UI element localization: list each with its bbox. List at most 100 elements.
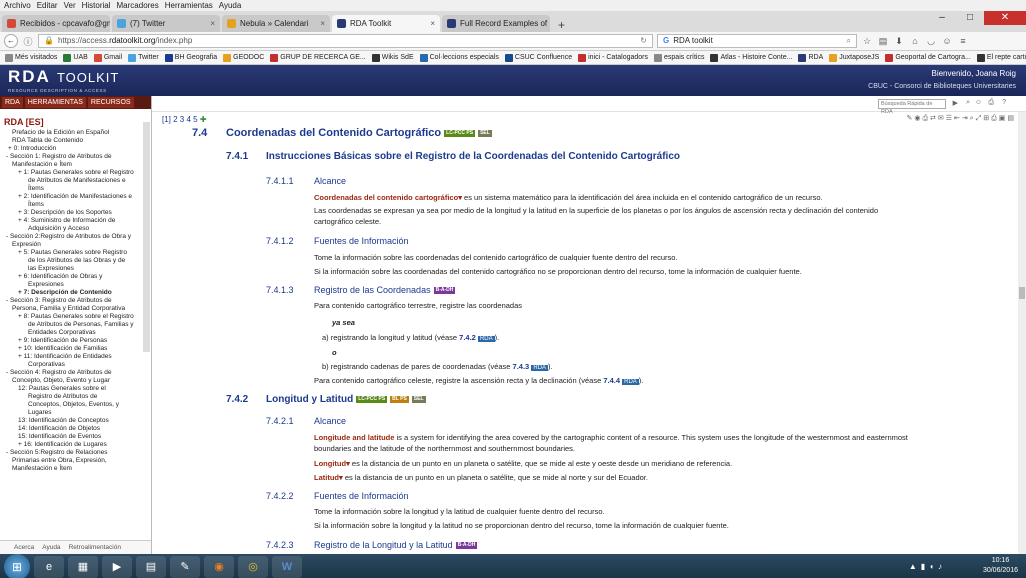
menu-icon[interactable]: ≡: [957, 36, 969, 46]
system-tray[interactable]: ▲▮◖♪: [909, 562, 946, 571]
new-tab-icon[interactable]: +: [552, 18, 571, 32]
toc-item[interactable]: Expresión: [0, 241, 151, 249]
toc-item[interactable]: + 0: Introducción: [0, 145, 151, 153]
go-icon[interactable]: ▶: [953, 99, 958, 107]
document-tools[interactable]: ✎◉⎙⇄✉☰⇤⇥⌕⤢⊞⎙▣▤: [906, 114, 1016, 123]
toc-item[interactable]: + 2: Identificación de Manifestaciones e: [0, 193, 151, 201]
bookmark-item[interactable]: UAB: [63, 53, 88, 62]
bookmark-item[interactable]: CSUC Confluence: [504, 53, 572, 62]
toc-item[interactable]: Prefacio de la Edición en Español: [0, 129, 151, 137]
definition-term[interactable]: Longitud▾: [314, 459, 350, 468]
help-icon[interactable]: ?: [1002, 99, 1006, 106]
bookmark-item[interactable]: Col·leccions especials: [419, 53, 499, 62]
toc-item[interactable]: - Sección 2:Registro de Atributos de Obr…: [0, 233, 151, 241]
toc-item[interactable]: Registro de Atributos de: [0, 393, 151, 401]
menu-editar[interactable]: Editar: [37, 0, 58, 11]
chat-icon[interactable]: ☺: [941, 36, 953, 46]
maximize-icon[interactable]: □: [956, 11, 984, 25]
tab-full-record[interactable]: Full Record Examples of RD...×: [442, 15, 550, 32]
toc-item[interactable]: de los Atributos de las Obras y de: [0, 257, 151, 265]
bookmark-item[interactable]: El repte cartogràfic del...: [976, 53, 1026, 62]
toc-item[interactable]: 14: Identificación de Objetos: [0, 425, 151, 433]
word-icon[interactable]: W: [272, 556, 302, 578]
documents-icon[interactable]: ▤: [136, 556, 166, 578]
print-icon[interactable]: ⎙: [988, 99, 994, 107]
toc-item[interactable]: Ítems: [0, 201, 151, 209]
toc-item[interactable]: + 3: Descripción de los Soportes: [0, 209, 151, 217]
toc-item[interactable]: Adquisición y Acceso: [0, 225, 151, 233]
reading-list-icon[interactable]: ▤: [877, 36, 889, 47]
tab-gmail[interactable]: Recibidos - cpcavafo@gm...×: [2, 15, 110, 32]
menu-ver[interactable]: Ver: [64, 0, 76, 11]
tab-rda-toolkit[interactable]: RDA Toolkit ×: [332, 15, 440, 32]
sidebar-title[interactable]: RDA [ES]: [0, 109, 151, 129]
definition-term[interactable]: Coordenadas del contenido cartográfico▾: [314, 193, 462, 202]
toc-item[interactable]: 13: Identificación de Conceptos: [0, 417, 151, 425]
feedback-link[interactable]: Retroalimentación: [69, 544, 121, 551]
tab-twitter[interactable]: (7) Twitter ×: [112, 15, 220, 32]
download-icon[interactable]: ⬇: [893, 36, 905, 47]
quick-search-input[interactable]: Búsqueda Rápida de RDA: [878, 99, 946, 115]
pocket-icon[interactable]: ◡: [925, 36, 937, 47]
tab-recursos[interactable]: RECURSOS: [87, 97, 134, 108]
info-icon[interactable]: ⓘ: [22, 35, 34, 48]
close-icon[interactable]: ×: [210, 19, 215, 28]
menu-ayuda[interactable]: Ayuda: [219, 0, 242, 11]
bookmark-item[interactable]: JuxtaposeJS: [829, 53, 879, 62]
clock[interactable]: 10:16 30/06/2016: [983, 556, 1018, 576]
toc-item[interactable]: Corporativas: [0, 361, 151, 369]
toc-item[interactable]: Entidades Corporativas: [0, 329, 151, 337]
toc-item[interactable]: Conceptos, Objetos, Eventos, y: [0, 401, 151, 409]
toc-item[interactable]: Manifestación e Ítem: [0, 465, 151, 473]
search-icon[interactable]: ⌕: [847, 35, 851, 47]
link-7-4-2[interactable]: 7.4.2: [459, 333, 476, 342]
toc-item[interactable]: Expresiones: [0, 281, 151, 289]
firefox-icon[interactable]: ◉: [204, 556, 234, 578]
bookmark-item[interactable]: inici - Catalogadors: [578, 53, 648, 62]
tab-nebula[interactable]: Nebula » Calendari ×: [222, 15, 330, 32]
rda-badge[interactable]: RDA: [622, 379, 639, 385]
toc-item[interactable]: 15: Identificación de Eventos: [0, 433, 151, 441]
toc-item[interactable]: + 11: Identificación de Entidades: [0, 353, 151, 361]
ayuda-link[interactable]: Ayuda: [42, 544, 60, 551]
bookmark-item[interactable]: GRUP DE RECERCA GE...: [270, 53, 366, 62]
menu-herramientas[interactable]: Herramientas: [165, 0, 213, 11]
file-explorer-icon[interactable]: ▦: [68, 556, 98, 578]
toc-item[interactable]: + 5: Pautas Generales sobre Registro: [0, 249, 151, 257]
chrome-icon[interactable]: ◎: [238, 556, 268, 578]
search-icon[interactable]: ⌕: [966, 99, 970, 107]
star-icon[interactable]: ☆: [861, 36, 873, 47]
back-icon[interactable]: ←: [4, 34, 18, 48]
home-icon[interactable]: ⌂: [909, 36, 921, 46]
close-icon[interactable]: ×: [430, 19, 435, 28]
toc-item[interactable]: Lugares: [0, 409, 151, 417]
notes-icon[interactable]: ✎: [170, 556, 200, 578]
windows-start-icon[interactable]: ⊞: [4, 554, 30, 578]
toc-item[interactable]: + 9: Identificación de Personas: [0, 337, 151, 345]
pagination[interactable]: [1] 2 3 4 5 ✚: [162, 115, 207, 124]
toc-item[interactable]: + 4: Suministro de Información de: [0, 217, 151, 225]
toc-item[interactable]: - Sección 4: Registro de Atributos de: [0, 369, 151, 377]
rda-logo[interactable]: RDA TOOLKIT RESOURCE DESCRIPTION & ACCES…: [8, 67, 119, 93]
menu-marcadores[interactable]: Marcadores: [117, 0, 159, 11]
definition-term[interactable]: Latitud▾: [314, 473, 343, 482]
rda-badge[interactable]: RDA: [531, 365, 548, 371]
acerca-link[interactable]: Acerca: [14, 544, 34, 551]
toc-item[interactable]: - Sección 5:Registro de Relaciones: [0, 449, 151, 457]
toc-item[interactable]: 12: Pautas Generales sobre el: [0, 385, 151, 393]
bookmark-item[interactable]: Atlas - Histoire Conte...: [710, 53, 792, 62]
toc-item[interactable]: RDA Tabla de Contenido: [0, 137, 151, 145]
definition-term[interactable]: Longitude and latitude: [314, 433, 394, 442]
bookmark-item[interactable]: espais crítics: [654, 53, 704, 62]
bookmark-item[interactable]: Wikis SdE: [371, 53, 414, 62]
sidebar-scrollbar[interactable]: [143, 122, 150, 352]
user-icon[interactable]: ☺: [975, 99, 982, 106]
bookmark-item[interactable]: Geoportal de Cartogra...: [885, 53, 971, 62]
toc-item[interactable]: Primarias entre Obra, Expresión,: [0, 457, 151, 465]
link-7-4-3[interactable]: 7.4.3: [513, 362, 530, 371]
toc-item[interactable]: - Sección 1: Registro de Atributos de: [0, 153, 151, 161]
toc-item[interactable]: las Expresiones: [0, 265, 151, 273]
bookmark-item[interactable]: Twitter: [128, 53, 159, 62]
reload-icon[interactable]: ↻: [640, 35, 647, 47]
minimize-icon[interactable]: –: [928, 11, 956, 25]
